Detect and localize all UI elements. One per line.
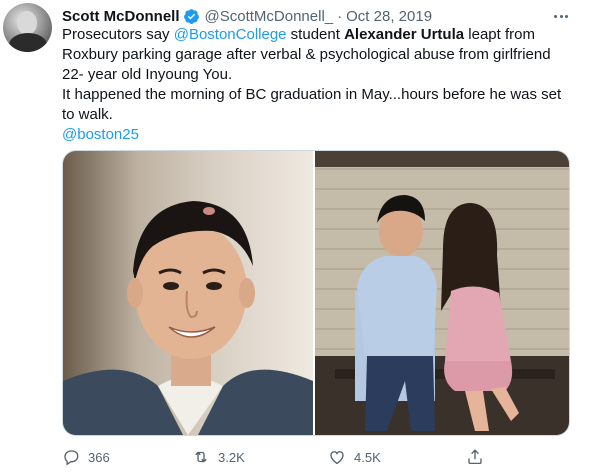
retweet-icon [195, 451, 207, 463]
avatar-body [9, 33, 47, 52]
tweet-date[interactable]: Oct 28, 2019 [346, 8, 432, 25]
tweet-text-line: Roxbury parking garage after verbal & ps… [62, 46, 551, 63]
avatar-head [17, 11, 37, 35]
tweet-text: Prosecutors say @BostonCollege student A… [62, 25, 582, 145]
author-name[interactable]: Scott McDonnell [62, 8, 180, 25]
reply-count: 366 [88, 449, 110, 465]
tweet-text-line: It happened the morning of BC graduation… [62, 86, 562, 103]
tweet-text-line: Prosecutors say @BostonCollege student A… [62, 25, 582, 45]
mention-bostoncollege-link[interactable]: @BostonCollege [174, 26, 287, 43]
tweet-media[interactable] [62, 150, 570, 436]
author-avatar[interactable] [3, 3, 52, 52]
tweet-text-line: to walk. [62, 106, 113, 123]
like-count: 4.5K [354, 449, 381, 465]
tweet-text-line: @boston25 [62, 125, 582, 145]
like-action[interactable]: 4.5K [328, 448, 466, 466]
tweet-card[interactable]: Scott McDonnell @ScottMcDonnell_ · Oct 2… [0, 0, 594, 473]
portrait-photo[interactable] [63, 151, 313, 435]
retweet-count: 3.2K [218, 449, 245, 465]
couple-photo[interactable] [315, 151, 569, 435]
verified-badge-icon [183, 8, 199, 24]
retweet-action[interactable]: 3.2K [192, 448, 328, 466]
reply-icon [64, 450, 79, 466]
text-segment: Prosecutors say [62, 26, 174, 43]
share-icon [468, 449, 482, 465]
tweet-text-line: 22- year old Inyoung You. [62, 66, 233, 83]
couple-illustration [315, 151, 569, 435]
tweet-actions: 366 3.2K 4.5K [62, 447, 484, 467]
author-handle[interactable]: @ScottMcDonnell_ [205, 8, 334, 25]
reply-action[interactable]: 366 [62, 448, 192, 466]
bold-name: Alexander Urtula [344, 26, 465, 43]
more-options-icon[interactable] [550, 6, 572, 26]
portrait-illustration [63, 201, 313, 435]
text-segment: leapt from [464, 26, 535, 43]
share-action[interactable] [466, 448, 484, 466]
header-separator: · [337, 7, 343, 25]
heart-icon [330, 451, 344, 465]
tweet-header: Scott McDonnell @ScottMcDonnell_ · Oct 2… [62, 6, 432, 26]
text-segment: student [286, 26, 345, 43]
mention-boston25-link[interactable]: @boston25 [62, 126, 139, 143]
